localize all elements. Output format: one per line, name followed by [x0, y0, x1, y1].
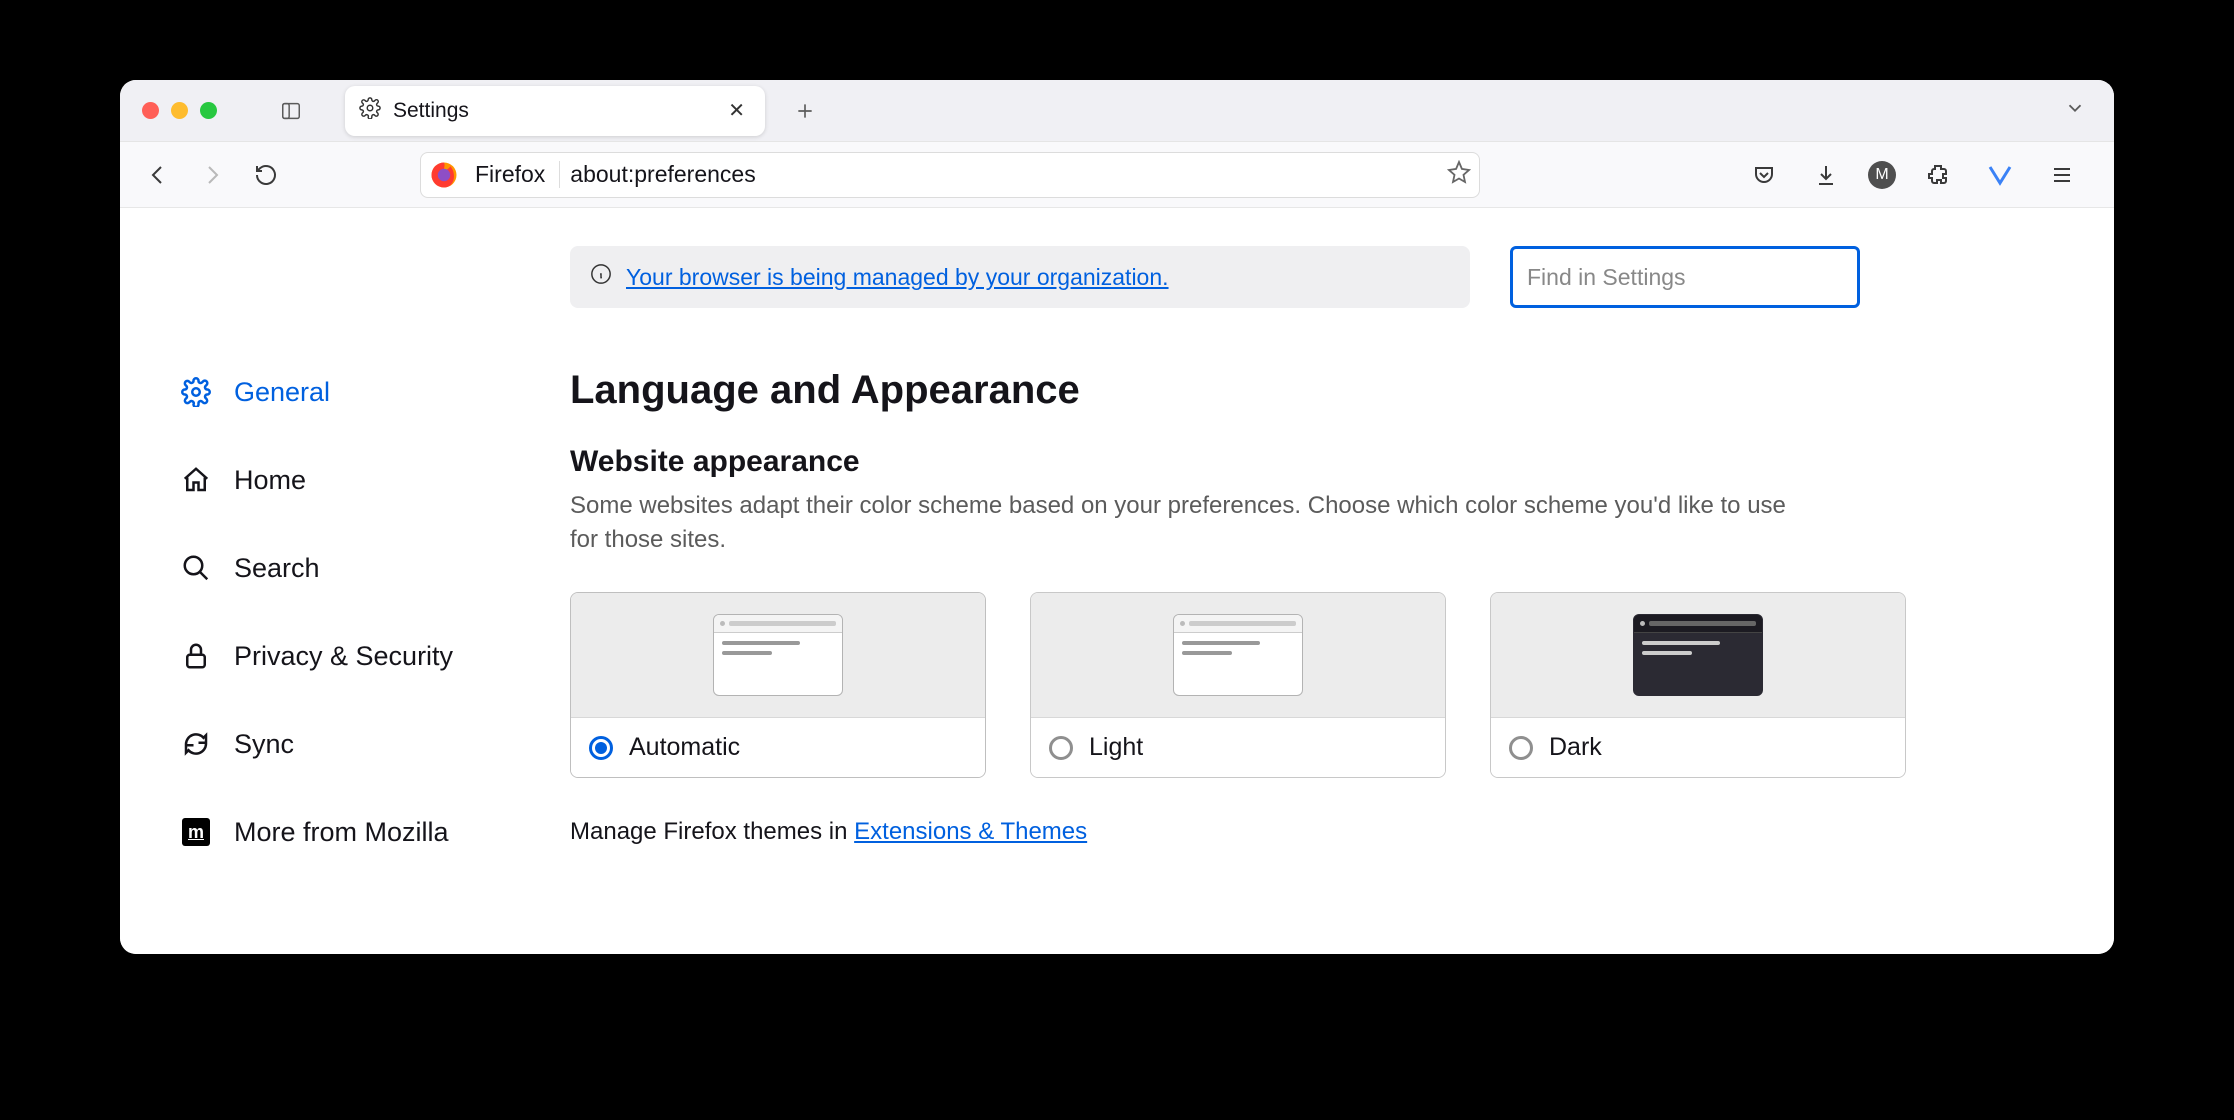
search-icon	[180, 552, 212, 584]
sidebar-item-label: Home	[234, 465, 306, 496]
new-tab-button[interactable]	[785, 91, 825, 131]
appearance-options: Automatic Light	[570, 592, 2064, 778]
sidebar-item-label: Search	[234, 553, 320, 584]
appearance-option-automatic[interactable]: Automatic	[570, 592, 986, 778]
themes-prefix: Manage Firefox themes in	[570, 818, 854, 845]
settings-sidebar: General Home Search Privacy & Security S…	[120, 208, 540, 954]
reload-button[interactable]	[246, 155, 286, 195]
identity-label: Firefox	[469, 161, 560, 188]
sidebar-item-privacy[interactable]: Privacy & Security	[180, 612, 540, 700]
vimium-icon[interactable]	[1980, 155, 2020, 195]
sidebar-item-sync[interactable]: Sync	[180, 700, 540, 788]
close-tab-button[interactable]: ✕	[722, 94, 751, 127]
url-text: about:preferences	[570, 161, 1437, 188]
managed-org-banner: Your browser is being managed by your or…	[570, 246, 1470, 308]
settings-main: Your browser is being managed by your or…	[540, 208, 2114, 954]
app-menu-button[interactable]	[2042, 155, 2082, 195]
preview-automatic	[571, 593, 985, 717]
bookmark-star-button[interactable]	[1447, 160, 1471, 189]
sidebar-item-search[interactable]: Search	[180, 524, 540, 612]
appearance-option-light[interactable]: Light	[1030, 592, 1446, 778]
back-button[interactable]	[138, 155, 178, 195]
navigation-toolbar: Firefox about:preferences M	[120, 142, 2114, 208]
radio-icon	[1049, 736, 1073, 760]
manage-themes-text: Manage Firefox themes in Extensions & Th…	[570, 818, 2064, 846]
find-in-settings-input[interactable]	[1527, 264, 1843, 291]
minimize-window-button[interactable]	[171, 102, 188, 119]
preview-dark	[1491, 593, 1905, 717]
forward-button[interactable]	[192, 155, 232, 195]
firefox-icon	[429, 160, 459, 190]
sidebar-item-general[interactable]: General	[180, 348, 540, 436]
toolbar-right: M	[1744, 155, 2096, 195]
account-button[interactable]: M	[1868, 161, 1896, 189]
subsection-heading: Website appearance	[570, 445, 2064, 479]
option-label: Dark	[1549, 733, 1602, 762]
sidebar-item-label: General	[234, 377, 330, 408]
gear-icon	[180, 376, 212, 408]
info-icon	[590, 263, 612, 291]
sidebar-item-home[interactable]: Home	[180, 436, 540, 524]
managed-org-link[interactable]: Your browser is being managed by your or…	[626, 264, 1169, 291]
extensions-button[interactable]	[1918, 155, 1958, 195]
radio-icon	[589, 736, 613, 760]
close-window-button[interactable]	[142, 102, 159, 119]
radio-icon	[1509, 736, 1533, 760]
gear-icon	[359, 97, 381, 124]
fullscreen-window-button[interactable]	[200, 102, 217, 119]
lock-icon	[180, 640, 212, 672]
extensions-themes-link[interactable]: Extensions & Themes	[854, 818, 1087, 845]
appearance-option-dark[interactable]: Dark	[1490, 592, 1906, 778]
sidebar-item-label: Sync	[234, 729, 294, 760]
sidebar-item-more-mozilla[interactable]: m More from Mozilla	[180, 788, 540, 876]
sidebar-item-label: More from Mozilla	[234, 817, 449, 848]
tab-settings[interactable]: Settings ✕	[345, 86, 765, 136]
subsection-description: Some websites adapt their color scheme b…	[570, 489, 1790, 556]
mozilla-icon: m	[180, 816, 212, 848]
downloads-button[interactable]	[1806, 155, 1846, 195]
sidebar-item-label: Privacy & Security	[234, 641, 453, 672]
find-in-settings-field[interactable]	[1510, 246, 1860, 308]
pocket-button[interactable]	[1744, 155, 1784, 195]
titlebar: Settings ✕	[120, 80, 2114, 142]
option-label: Light	[1089, 733, 1143, 762]
section-heading: Language and Appearance	[570, 368, 2064, 413]
tab-title: Settings	[393, 99, 710, 123]
preview-light	[1031, 593, 1445, 717]
home-icon	[180, 464, 212, 496]
url-bar[interactable]: Firefox about:preferences	[420, 152, 1480, 198]
preferences-content: General Home Search Privacy & Security S…	[120, 208, 2114, 954]
window-controls	[142, 102, 217, 119]
list-all-tabs-button[interactable]	[2064, 97, 2086, 124]
option-label: Automatic	[629, 733, 740, 762]
sync-icon	[180, 728, 212, 760]
browser-window: Settings ✕ Firefox about:preferences	[120, 80, 2114, 954]
sidebar-toggle-icon[interactable]	[279, 99, 303, 123]
